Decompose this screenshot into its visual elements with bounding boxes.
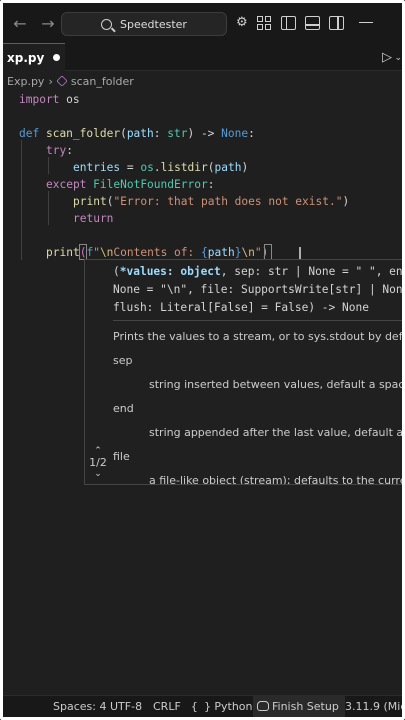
overload-count: 1/2: [89, 456, 107, 469]
param-file: file: [113, 450, 130, 463]
param-sep: sep: [113, 354, 133, 367]
finish-setup-label: Finish Setup: [272, 700, 339, 713]
indent-guide: [21, 140, 22, 260]
method-symbol-icon: [56, 75, 68, 87]
breadcrumb-file[interactable]: Exp.py: [7, 75, 44, 88]
signature-line-3: flush: Literal[False] = False) -> None: [113, 301, 369, 314]
code-line-8: return: [73, 212, 114, 225]
param-file-desc: a file-like object (stream); defaults to…: [149, 474, 402, 485]
chevron-right-icon: ›: [48, 74, 53, 88]
unsaved-dot-icon[interactable]: [53, 54, 61, 61]
status-encoding[interactable]: UTF-8: [110, 700, 142, 713]
chevron-down-icon[interactable]: ⌄: [85, 469, 111, 479]
toggle-secondary-sidebar-icon[interactable]: [328, 15, 344, 30]
code-line-6: except FileNotFoundError:: [46, 178, 215, 191]
signature-help-popup[interactable]: (*values: object, sep: str | None = " ",…: [84, 259, 405, 485]
status-interpreter[interactable]: 3.11.9 (Microsoft Store): [345, 700, 402, 713]
editor-window: ← → Speedtester ⚙ xp.py ▷ ⌄ Exp.py › sca…: [0, 0, 405, 720]
status-indentation[interactable]: Spaces: 4: [53, 700, 106, 713]
code-line-1: import os: [19, 93, 80, 106]
indent-guide: [48, 191, 49, 225]
code-line-7: print("Error: that path does not exist."…: [73, 195, 350, 208]
status-language[interactable]: { } Python: [191, 700, 253, 713]
status-eol[interactable]: CRLF: [153, 700, 181, 713]
toggle-panel-icon[interactable]: [304, 15, 320, 30]
run-options-chevron-icon[interactable]: ⌄: [394, 53, 402, 63]
arrow-left-icon[interactable]: ←: [9, 14, 31, 33]
layout-controls: ⚙: [236, 15, 373, 30]
status-language-label: Python: [214, 700, 253, 713]
status-bar: Spaces: 4 UTF-8 CRLF { } Python Finish S…: [3, 695, 402, 717]
code-line-3: def scan_folder(path: str) -> None:: [19, 127, 255, 140]
language-braces-icon: { }: [191, 700, 211, 713]
doc-intro: Prints the values to a stream, or to sys…: [113, 330, 405, 343]
breadcrumb-symbol[interactable]: scan_folder: [71, 75, 134, 88]
code-line-5: entries = os.listdir(path): [73, 161, 249, 174]
search-icon: [101, 18, 113, 30]
arrow-right-icon[interactable]: →: [37, 14, 59, 33]
title-bar: ← → Speedtester ⚙: [3, 3, 402, 43]
breadcrumb: Exp.py › scan_folder: [7, 73, 134, 89]
toggle-primary-sidebar-icon[interactable]: [280, 15, 296, 30]
overload-pager: ⌃ 1/2 ⌄: [85, 446, 111, 479]
copilot-chat-icon[interactable]: ⚙: [236, 15, 248, 30]
indent-guide: [48, 157, 49, 174]
param-end: end: [113, 402, 134, 415]
copilot-icon: [257, 701, 269, 711]
customize-layout-icon[interactable]: [256, 15, 272, 30]
code-line-4: try:: [46, 144, 73, 157]
matching-bracket-close: [264, 244, 272, 260]
tab-label: xp.py: [7, 50, 45, 65]
editor-tab-bar: xp.py ▷ ⌄: [3, 43, 402, 71]
search-label: Speedtester: [120, 17, 187, 31]
param-sep-desc: string inserted between values, default …: [149, 378, 405, 391]
finish-setup-button[interactable]: Finish Setup: [253, 696, 345, 717]
tab-exp-py[interactable]: xp.py: [3, 43, 65, 71]
signature-divider: [113, 320, 402, 321]
run-python-file-icon[interactable]: ▷: [382, 50, 392, 65]
signature-line-1: (*values: object, sep: str | None = " ",…: [113, 265, 403, 278]
minimize-icon[interactable]: [358, 21, 373, 24]
signature-line-2: None = "\n", file: SupportsWrite[str] | …: [113, 283, 403, 296]
command-center-search[interactable]: Speedtester: [61, 12, 227, 36]
matching-bracket-open: [79, 244, 87, 260]
param-end-desc: string appended after the last value, de…: [149, 426, 404, 439]
chevron-up-icon[interactable]: ⌃: [85, 446, 111, 456]
